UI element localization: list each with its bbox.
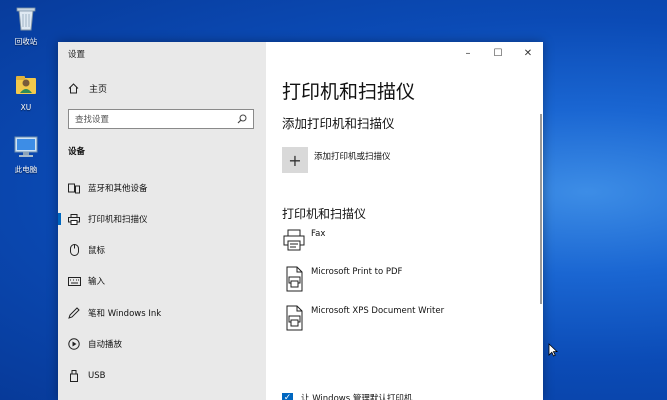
sidebar-item-usb[interactable]: USB [58,362,266,390]
printer-item-xps[interactable]: Microsoft XPS Document Writer [282,305,445,331]
printer-name: Microsoft XPS Document Writer [311,306,445,316]
default-printer-option[interactable]: ✓ 让 Windows 管理默认打印机 [282,392,412,400]
autoplay-icon [67,338,81,350]
bluetooth-devices-icon [67,183,81,194]
sidebar: 设置 主页 查找设置 设备 蓝牙和其他设备 打印机和扫描仪 鼠标 输入 笔和 W… [58,42,266,400]
xps-printer-icon [282,305,306,331]
sidebar-item-label: 蓝牙和其他设备 [88,184,148,194]
sidebar-item-label: 输入 [88,277,106,287]
add-printer-button[interactable]: + 添加打印机或扫描仪 [282,147,391,173]
settings-window: 设置 主页 查找设置 设备 蓝牙和其他设备 打印机和扫描仪 鼠标 输入 笔和 W… [58,42,543,400]
maximize-button[interactable]: ☐ [483,42,513,64]
printer-item-fax[interactable]: Fax [282,228,325,252]
sidebar-item-autoplay[interactable]: 自动播放 [58,330,266,358]
desktop-icon-label: 此电脑 [14,165,38,174]
fax-printer-icon [282,228,306,252]
sidebar-item-label: 打印机和扫描仪 [88,215,148,225]
keyboard-icon [67,276,81,286]
search-placeholder: 查找设置 [75,115,110,125]
scrollbar[interactable] [540,114,542,304]
sidebar-section-title: 设备 [68,147,86,157]
desktop-icon-label: 回收站 [14,37,38,46]
printer-list-title: 打印机和扫描仪 [282,207,367,221]
home-icon [68,83,79,94]
sidebar-item-bluetooth[interactable]: 蓝牙和其他设备 [58,174,266,202]
close-button[interactable]: ✕ [513,42,543,64]
add-section-title: 添加打印机和扫描仪 [282,116,395,131]
pen-icon [67,307,81,319]
desktop-icon-recycle-bin[interactable]: 回收站 [0,4,52,47]
mouse-cursor-icon [548,342,559,361]
main-content: – ☐ ✕ 打印机和扫描仪 添加打印机和扫描仪 + 添加打印机或扫描仪 打印机和… [266,42,543,400]
sidebar-item-pen[interactable]: 笔和 Windows Ink [58,299,266,327]
desktop-icon-user-folder[interactable]: XU [0,72,52,113]
recycle-bin-icon [0,4,52,35]
mouse-icon [67,244,81,256]
plus-icon: + [282,147,308,173]
sidebar-item-label: USB [88,371,106,381]
window-title: 设置 [68,50,86,60]
sidebar-item-label: 自动播放 [88,340,123,350]
printer-name: Microsoft Print to PDF [311,267,403,277]
this-pc-icon [0,134,52,163]
checkbox-checked-icon[interactable]: ✓ [282,392,293,400]
sidebar-item-printers[interactable]: 打印机和扫描仪 [58,205,266,233]
search-input[interactable]: 查找设置 [68,109,254,129]
user-folder-icon [0,72,52,101]
printer-name: Fax [311,229,326,239]
sidebar-item-typing[interactable]: 输入 [58,267,266,295]
home-label: 主页 [89,85,108,95]
search-icon[interactable] [237,114,247,124]
sidebar-item-label: 鼠标 [88,246,106,256]
sidebar-item-mouse[interactable]: 鼠标 [58,236,266,264]
default-printer-label: 让 Windows 管理默认打印机 [301,394,413,400]
sidebar-item-label: 笔和 Windows Ink [88,309,162,319]
minimize-button[interactable]: – [453,42,483,64]
page-title: 打印机和扫描仪 [282,81,416,103]
usb-icon [67,370,81,382]
desktop-icon-label: XU [20,103,32,112]
printer-icon [67,213,81,225]
sidebar-home[interactable]: 主页 [68,82,107,95]
add-printer-label: 添加打印机或扫描仪 [314,152,391,162]
pdf-printer-icon [282,266,306,292]
printer-item-pdf[interactable]: Microsoft Print to PDF [282,266,403,292]
desktop-icon-this-pc[interactable]: 此电脑 [0,134,52,175]
